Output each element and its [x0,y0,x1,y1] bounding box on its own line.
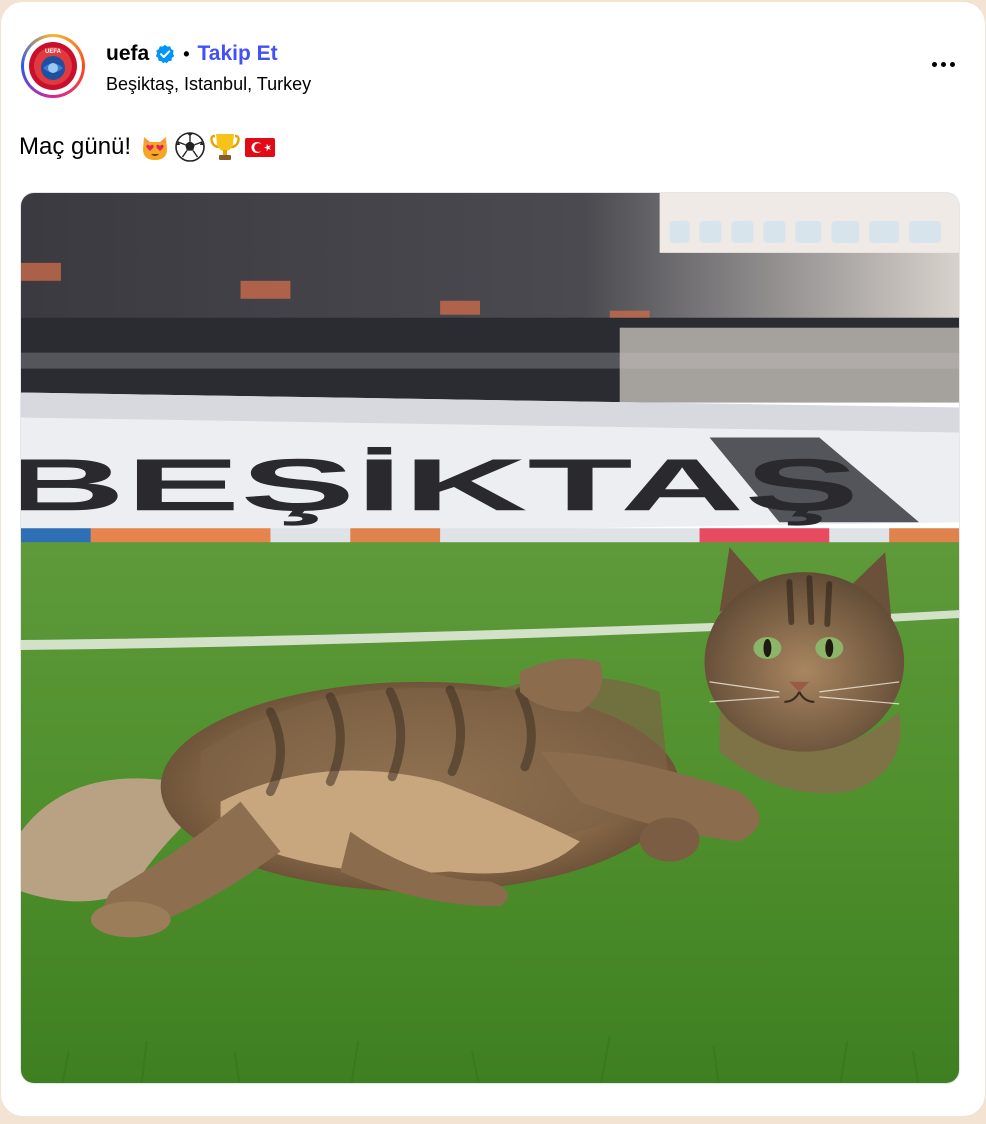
post-photo[interactable]: BEŞİKTAŞ [20,192,960,1084]
cat-on-pitch-image: BEŞİKTAŞ [21,193,959,1083]
uefa-logo-text: UEFA [45,49,62,55]
post-card: UEFA uefa • Takip Et Beşiktaş, Istanbul,… [1,2,985,1116]
post-caption: Maç günü! [19,130,279,164]
uefa-logo-icon: UEFA [29,42,77,90]
username[interactable]: uefa [106,42,149,66]
turkey-flag-icon [245,138,276,157]
separator-dot: • [183,43,190,64]
heart-eyes-cat-icon [143,137,168,160]
more-options-icon[interactable] [925,52,961,76]
post-header: UEFA uefa • Takip Et Beşiktaş, Istanbul,… [21,34,965,104]
verified-badge-icon [155,44,175,64]
follow-button[interactable]: Takip Et [198,42,278,66]
avatar[interactable]: UEFA [21,34,85,98]
trophy-icon [210,134,240,160]
name-row: uefa • Takip Et [106,40,278,68]
caption-text: Maç günü! [19,133,132,160]
soccer-ball-icon [175,132,205,162]
stand-lettering: BEŞİKTAŞ [21,443,859,526]
location-link[interactable]: Beşiktaş, Istanbul, Turkey [106,74,311,95]
